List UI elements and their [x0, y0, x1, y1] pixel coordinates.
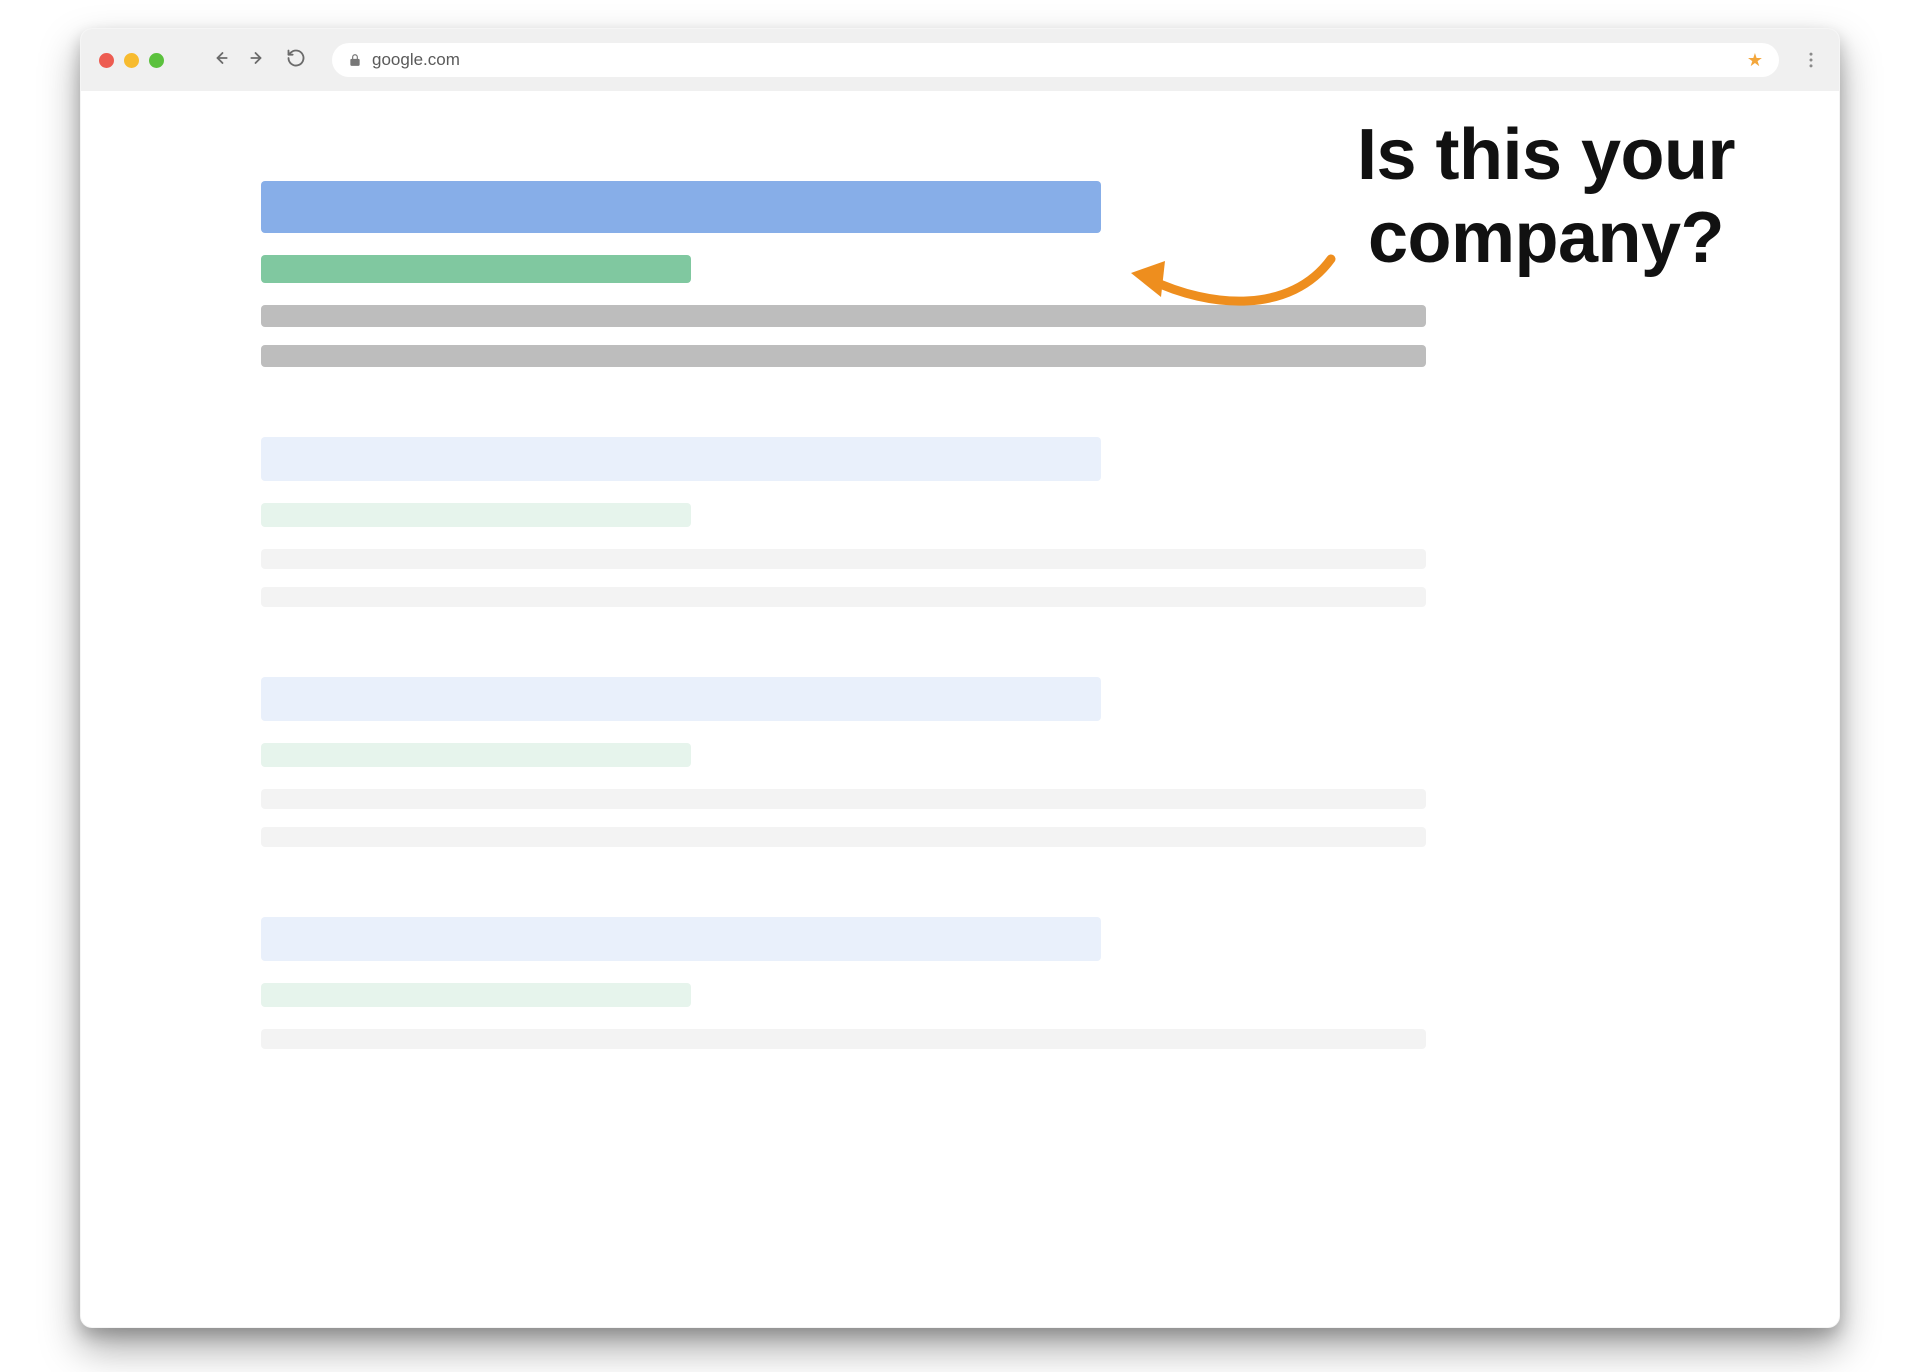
- lock-icon: [348, 53, 362, 67]
- close-window-icon[interactable]: [99, 53, 114, 68]
- forward-button-icon[interactable]: [248, 48, 268, 73]
- result-title-placeholder[interactable]: [261, 181, 1101, 233]
- result-url-placeholder: [261, 743, 691, 767]
- callout-line-1: Is this your: [1266, 114, 1826, 197]
- callout-line-2: company?: [1266, 197, 1826, 280]
- search-result-3: [261, 677, 1839, 847]
- result-snippet-placeholder: [261, 827, 1426, 847]
- reload-button-icon[interactable]: [286, 48, 306, 73]
- search-result-4: [261, 917, 1839, 1049]
- result-snippet-placeholder: [261, 789, 1426, 809]
- result-title-placeholder[interactable]: [261, 677, 1101, 721]
- result-url-placeholder: [261, 503, 691, 527]
- maximize-window-icon[interactable]: [149, 53, 164, 68]
- nav-buttons: [210, 48, 306, 73]
- browser-toolbar: google.com ★: [81, 29, 1839, 91]
- back-button-icon[interactable]: [210, 48, 230, 73]
- annotation-callout: Is this your company?: [1266, 114, 1826, 280]
- result-snippet-placeholder: [261, 1029, 1426, 1049]
- window-controls: [99, 53, 164, 68]
- result-title-placeholder[interactable]: [261, 437, 1101, 481]
- result-snippet-placeholder: [261, 345, 1426, 367]
- result-snippet-placeholder: [261, 549, 1426, 569]
- bookmark-star-icon[interactable]: ★: [1747, 50, 1763, 71]
- url-text: google.com: [372, 50, 460, 70]
- overflow-menu-icon[interactable]: [1801, 50, 1821, 70]
- result-title-placeholder[interactable]: [261, 917, 1101, 961]
- result-url-placeholder: [261, 255, 691, 283]
- browser-window: google.com ★: [80, 28, 1840, 1328]
- address-bar[interactable]: google.com ★: [332, 43, 1779, 77]
- result-url-placeholder: [261, 983, 691, 1007]
- search-result-2: [261, 437, 1839, 607]
- callout-arrow-icon: [1121, 239, 1341, 334]
- minimize-window-icon[interactable]: [124, 53, 139, 68]
- result-snippet-placeholder: [261, 587, 1426, 607]
